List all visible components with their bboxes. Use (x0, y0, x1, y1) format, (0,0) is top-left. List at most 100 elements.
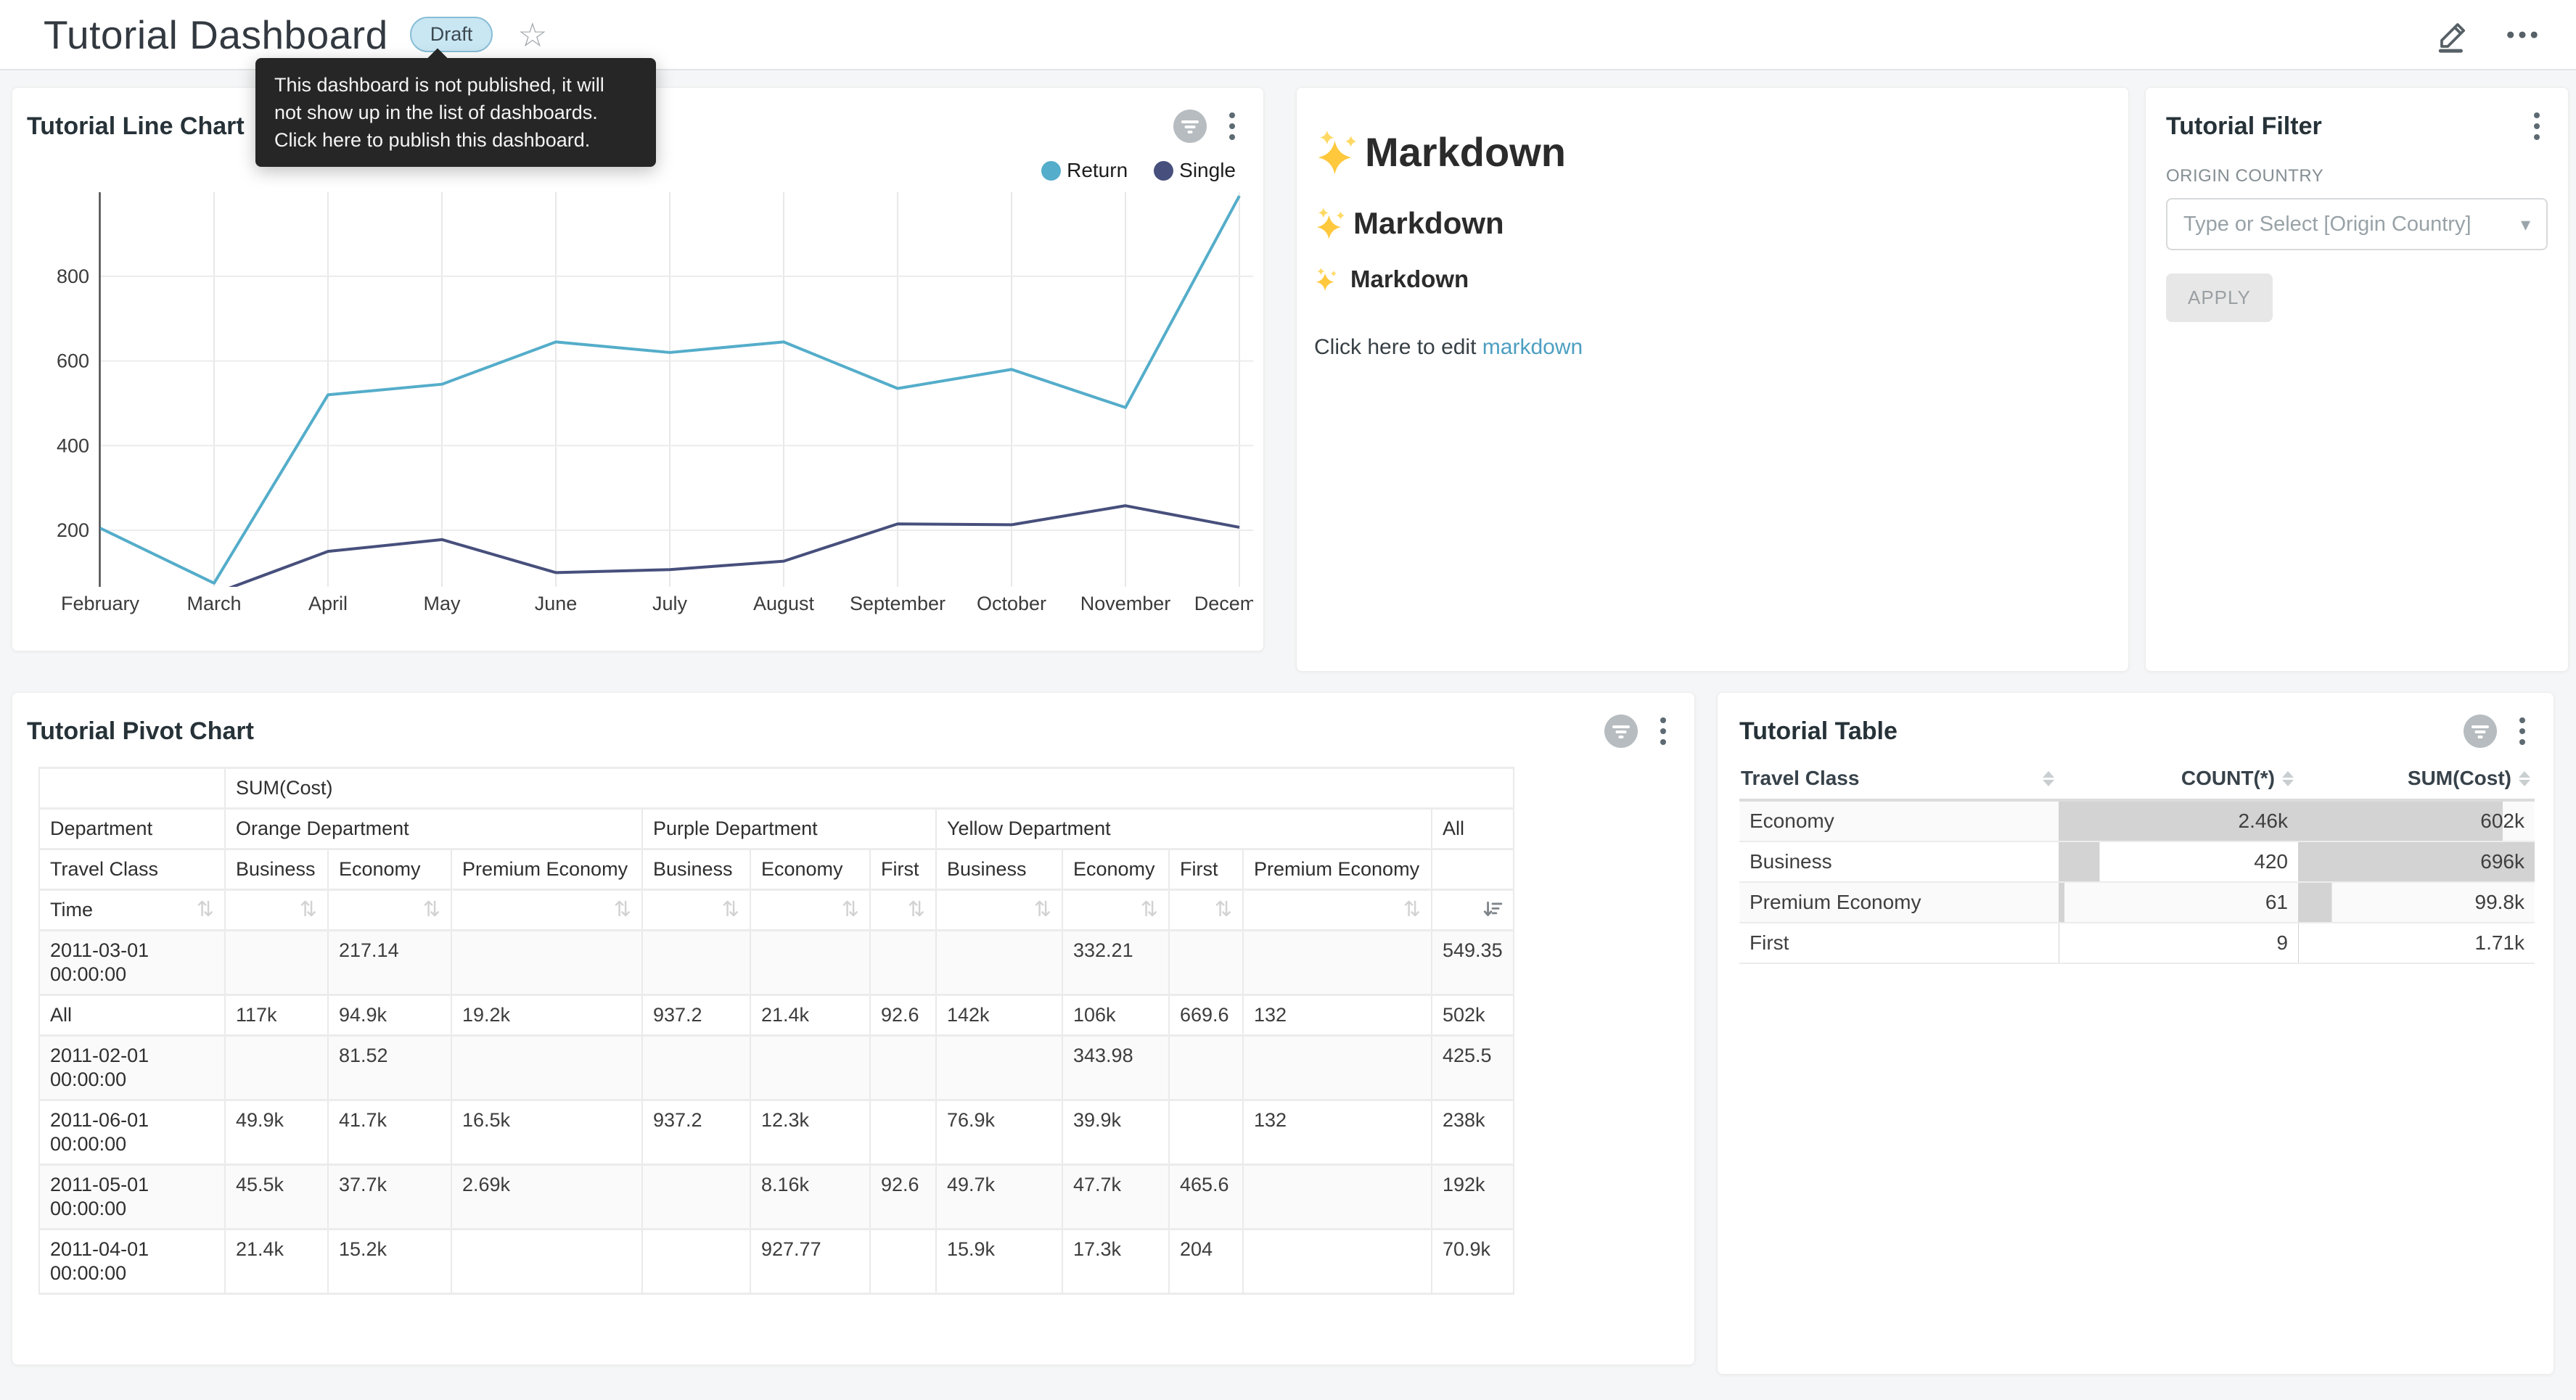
applied-filters-badge[interactable] (2462, 713, 2498, 749)
pivot-class-header[interactable]: Business (936, 849, 1062, 890)
sort-icon[interactable]: ⇅ (908, 898, 925, 922)
pivot-all-header[interactable]: All (1432, 809, 1514, 849)
pivot-cell (870, 1100, 936, 1165)
sort-icon[interactable]: ⇅ (722, 898, 739, 922)
pivot-class-header[interactable]: Business (642, 849, 750, 890)
pivot-cell: 49.7k (936, 1165, 1062, 1230)
pivot-cell: 17.3k (1062, 1230, 1169, 1294)
pivot-cell: 502k (1432, 995, 1514, 1036)
sort-icon[interactable]: ⇅ (300, 898, 317, 922)
origin-country-select[interactable]: Type or Select [Origin Country] ▾ (2166, 198, 2548, 250)
single-series-dot (1154, 161, 1173, 181)
pivot-class-header[interactable]: Premium Economy (451, 849, 642, 890)
pivot-cell: 8.16k (750, 1165, 870, 1230)
pivot-row: 2011-06-01 00:00:0049.9k41.7k16.5k937.21… (39, 1100, 1514, 1165)
sort-icon[interactable]: ⇅ (1215, 898, 1232, 922)
sort-icon[interactable]: ⇅ (423, 898, 440, 922)
pivot-cell: 94.9k (328, 995, 451, 1036)
svg-text:May: May (423, 593, 461, 614)
apply-button[interactable]: APPLY (2166, 273, 2273, 322)
chart-menu-button[interactable] (1658, 715, 1668, 748)
pivot-cell: 21.4k (225, 1230, 328, 1294)
legend-item-return[interactable]: Return (1041, 159, 1128, 182)
pivot-class-header[interactable]: Economy (750, 849, 870, 890)
pivot-cell (642, 1036, 750, 1100)
pivot-group-header[interactable]: Yellow Department (936, 809, 1432, 849)
return-series-dot (1041, 161, 1061, 181)
filter-circle-icon (2462, 713, 2498, 749)
sort-icon[interactable]: ⇅ (614, 898, 631, 922)
column-header-sum-cost[interactable]: SUM(Cost) (2298, 761, 2535, 800)
pivot-cell: 425.5 (1432, 1036, 1514, 1100)
pivot-cell (642, 931, 750, 995)
sort-icon[interactable] (2043, 771, 2054, 786)
pivot-cell: 39.9k (1062, 1100, 1169, 1165)
legend-label: Single (1179, 159, 1236, 182)
sort-icon[interactable]: ⇅ (1403, 898, 1421, 922)
filter-panel-title: Tutorial Filter (2166, 112, 2322, 141)
sparkles-icon (1314, 129, 1361, 176)
svg-text:June: June (535, 593, 578, 614)
markdown-edit-link[interactable]: markdown (1482, 335, 1583, 359)
sort-icon[interactable]: ⇅ (842, 898, 859, 922)
svg-text:April: April (308, 593, 348, 614)
sort-icon[interactable]: ⇅ (1141, 898, 1158, 922)
legend-item-single[interactable]: Single (1154, 159, 1236, 182)
pivot-cell (936, 1036, 1062, 1100)
pivot-sort-cell: ⇅ (870, 890, 936, 931)
sort-icon[interactable]: ⇅ (1034, 898, 1051, 922)
pivot-cell: 465.6 (1169, 1165, 1243, 1230)
pivot-cell: 142k (936, 995, 1062, 1036)
pivot-cell (451, 1230, 642, 1294)
sort-icon[interactable]: ⇅ (197, 898, 214, 922)
pivot-class-header[interactable]: Premium Economy (1243, 849, 1432, 890)
svg-text:August: August (753, 593, 815, 614)
column-header-count[interactable]: COUNT(*) (2059, 761, 2298, 800)
pivot-cell (1243, 1230, 1432, 1294)
svg-text:February: February (61, 593, 140, 614)
pivot-class-header[interactable]: Business (225, 849, 328, 890)
pivot-cell: 92.6 (870, 995, 936, 1036)
pivot-cell: 76.9k (936, 1100, 1062, 1165)
sum-cost-cell: 602k (2298, 800, 2535, 841)
svg-text:October: October (977, 593, 1046, 614)
count-cell: 9 (2059, 923, 2298, 963)
pivot-class-header[interactable]: Economy (1062, 849, 1169, 890)
sort-desc-active-icon[interactable] (1482, 900, 1503, 920)
panel-markdown: Markdown Markdown Markdown Click here to… (1296, 87, 2129, 672)
pivot-cell (1169, 931, 1243, 995)
column-header-label: COUNT(*) (2181, 767, 2275, 790)
sort-icon[interactable] (2519, 771, 2530, 786)
pivot-cell: 343.98 (1062, 1036, 1169, 1100)
pivot-cell: 49.9k (225, 1100, 328, 1165)
pivot-cell (225, 931, 328, 995)
pivot-row-label: 2011-03-01 00:00:00 (39, 931, 225, 995)
chart-menu-button[interactable] (2517, 715, 2527, 748)
panel-tutorial-filter: Tutorial Filter ORIGIN COUNTRY Type or S… (2145, 87, 2569, 672)
pivot-class-header[interactable]: First (1169, 849, 1243, 890)
pivot-group-header[interactable]: Purple Department (642, 809, 936, 849)
svg-text:July: July (652, 593, 688, 614)
sort-icon[interactable] (2282, 771, 2294, 786)
favorite-star-icon[interactable]: ☆ (517, 18, 547, 52)
travel-class-cell: Business (1739, 841, 2059, 882)
pivot-cell: 549.35 (1432, 931, 1514, 995)
svg-text:600: 600 (57, 350, 89, 372)
applied-filters-badge[interactable] (1603, 713, 1639, 749)
column-header-travel-class[interactable]: Travel Class (1739, 761, 2059, 800)
pivot-row-label: 2011-05-01 00:00:00 (39, 1165, 225, 1230)
edit-dashboard-button[interactable] (2435, 17, 2472, 53)
pivot-group-header[interactable]: Orange Department (225, 809, 642, 849)
pivot-class-header[interactable]: Economy (328, 849, 451, 890)
pivot-cell: 37.7k (328, 1165, 451, 1230)
filter-menu-button[interactable] (2532, 110, 2542, 143)
pivot-cell: 15.2k (328, 1230, 451, 1294)
pivot-row: 2011-05-01 00:00:0045.5k37.7k2.69k8.16k9… (39, 1165, 1514, 1230)
pivot-class-header[interactable]: First (870, 849, 936, 890)
svg-text:200: 200 (57, 519, 89, 541)
table-row: Premium Economy6199.8k (1739, 882, 2535, 923)
pivot-sort-cell: ⇅ (1062, 890, 1169, 931)
more-actions-button[interactable] (2503, 16, 2541, 54)
pivot-cell: 927.77 (750, 1230, 870, 1294)
draft-badge[interactable]: Draft (410, 17, 493, 52)
